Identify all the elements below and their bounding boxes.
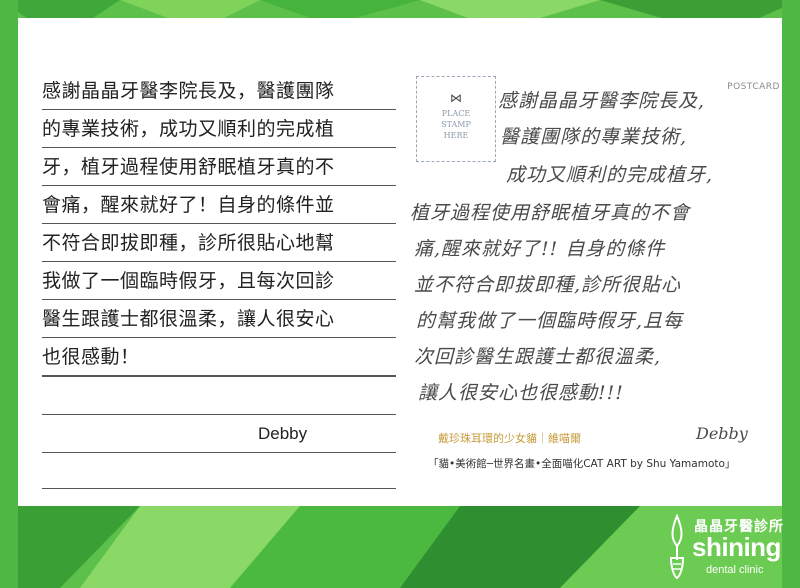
ruled-line <box>42 414 396 415</box>
handwritten-line: 醫護團隊的專業技術, <box>500 126 688 148</box>
handwritten-line: 並不符合即拔即種,診所很貼心 <box>414 274 682 296</box>
ruled-line <box>42 376 396 377</box>
typed-letter: 感謝晶晶牙醫李院長及，醫護團隊 的專業技術，成功又順利的完成植 牙，植牙過程使用… <box>42 72 396 376</box>
handwritten-line: 痛,醒來就好了!! 自身的條件 <box>414 238 666 260</box>
letter-line: 會痛，醒來就好了！自身的條件並 <box>42 186 396 224</box>
letter-line: 牙，植牙過程使用舒眠植牙真的不 <box>42 148 396 186</box>
handwritten-line: 讓人很安心也很感動!!! <box>418 382 624 404</box>
clinic-name-en: shining <box>692 532 781 562</box>
handwritten-line: 的幫我做了一個臨時假牙,且每 <box>416 310 684 332</box>
artwork-caption-title: 戴珍珠耳環的少女貓｜維喵爾 <box>438 432 581 445</box>
letter-line: 的專業技術，成功又順利的完成植 <box>42 110 396 148</box>
postcard-label: POSTCARD <box>727 82 780 92</box>
stamp-line: STAMP <box>441 120 471 129</box>
ruled-line <box>42 452 396 453</box>
handwritten-signature: Debby <box>696 424 748 443</box>
tooth-leaf-icon <box>669 514 685 580</box>
handwritten-line: 植牙過程使用舒眠植牙真的不會 <box>410 202 691 224</box>
handwritten-line: 感謝晶晶牙醫李院長及, <box>498 90 706 112</box>
letter-line: 也很感動！ <box>42 338 396 376</box>
letter-signature: Debby <box>258 424 308 443</box>
clinic-subtitle: dental clinic <box>706 564 764 576</box>
handwritten-line: 成功又順利的完成植牙, <box>506 164 714 186</box>
stamp-line: HERE <box>443 131 469 140</box>
letter-line: 不符合即拔即種，診所很貼心地幫 <box>42 224 396 262</box>
stamp-line: PLACE <box>441 109 471 118</box>
handwritten-line: 次回診醫生跟護士都很溫柔, <box>414 346 662 368</box>
artwork-caption-credit: 「貓•美術館─世界名畫•全面喵化CAT ART by Shu Yamamoto」 <box>428 458 736 470</box>
letter-line: 醫生跟護士都很溫柔，讓人很安心 <box>42 300 396 338</box>
handwritten-postcard: ⋈ PLACE STAMP HERE POSTCARD 感謝晶晶牙醫李院長及, … <box>410 72 780 480</box>
clinic-logo: 晶晶牙醫診所 shining dental clinic <box>666 514 796 584</box>
ruled-line <box>42 488 396 489</box>
bow-icon: ⋈ <box>450 91 462 105</box>
stamp-box: ⋈ PLACE STAMP HERE <box>416 76 496 162</box>
letter-line: 我做了一個臨時假牙，且每次回診 <box>42 262 396 300</box>
letter-line: 感謝晶晶牙醫李院長及，醫護團隊 <box>42 72 396 110</box>
